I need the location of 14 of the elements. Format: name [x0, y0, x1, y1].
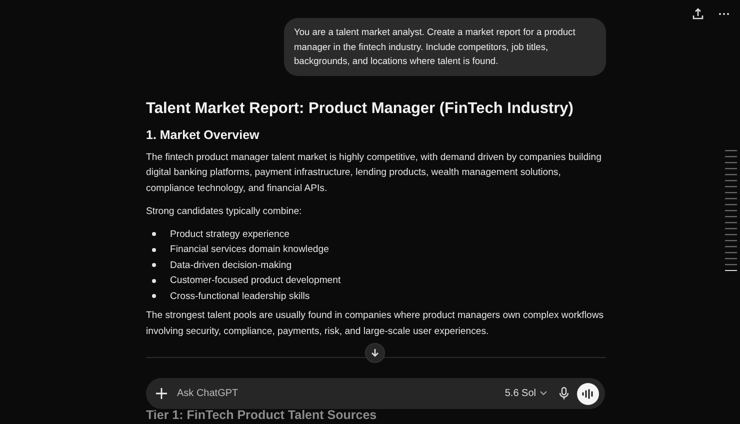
- paragraph: The strongest talent pools are usually found in companies where product managers own complex workflows involving security, compliance, payments, risk, and large-scale user experiences.: [146, 309, 605, 338]
- list-item: Financial services domain knowledge: [170, 243, 329, 257]
- report-title: Talent Market Report: Product Manager (FinTech Industry): [146, 100, 574, 118]
- user-message: You are a talent market analyst. Create a market report for a product manager in the fintech industry. Include competitors, job titles, backgrounds, and locations where talent is found.: [284, 18, 606, 76]
- list-item: Product strategy experience: [170, 228, 290, 242]
- paragraph: The fintech product manager talent market is highly competitive, with demand driven by companies building digital banking platforms, payment infrastructure, lending products, wealth management solutions, compliance technology, and financial APIs.: [146, 150, 602, 196]
- message-composer[interactable]: Ask ChatGPT 5.6 Sol: [146, 378, 605, 409]
- section-heading: 1. Market Overview: [146, 128, 260, 142]
- paragraph: Strong candidates typically combine:: [146, 205, 303, 219]
- section-heading: Tier 1: FinTech Product Talent Sources: [146, 408, 378, 422]
- list-item: Customer-focused product development: [170, 274, 341, 288]
- list-item: Cross-functional leadership skills: [170, 290, 310, 304]
- list-item: Data-driven decision-making: [170, 258, 292, 272]
- model-selector[interactable]: 5.6 Sol: [504, 388, 547, 399]
